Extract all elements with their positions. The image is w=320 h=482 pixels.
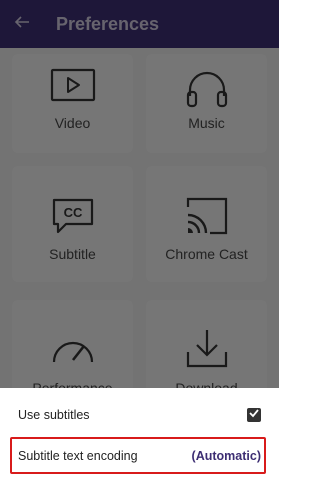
subtitle-options-sheet: Use subtitles Subtitle text encoding (Au… [0,388,279,482]
checkmark-icon [248,406,260,424]
subtitle-encoding-row[interactable]: Subtitle text encoding (Automatic) [0,436,279,476]
use-subtitles-checkbox[interactable] [247,408,261,422]
subtitle-encoding-value: (Automatic) [191,449,261,463]
use-subtitles-row[interactable]: Use subtitles [0,395,279,435]
preferences-screen: Preferences Video Music [0,0,279,482]
use-subtitles-label: Use subtitles [18,408,90,422]
subtitle-encoding-label: Subtitle text encoding [18,449,138,463]
